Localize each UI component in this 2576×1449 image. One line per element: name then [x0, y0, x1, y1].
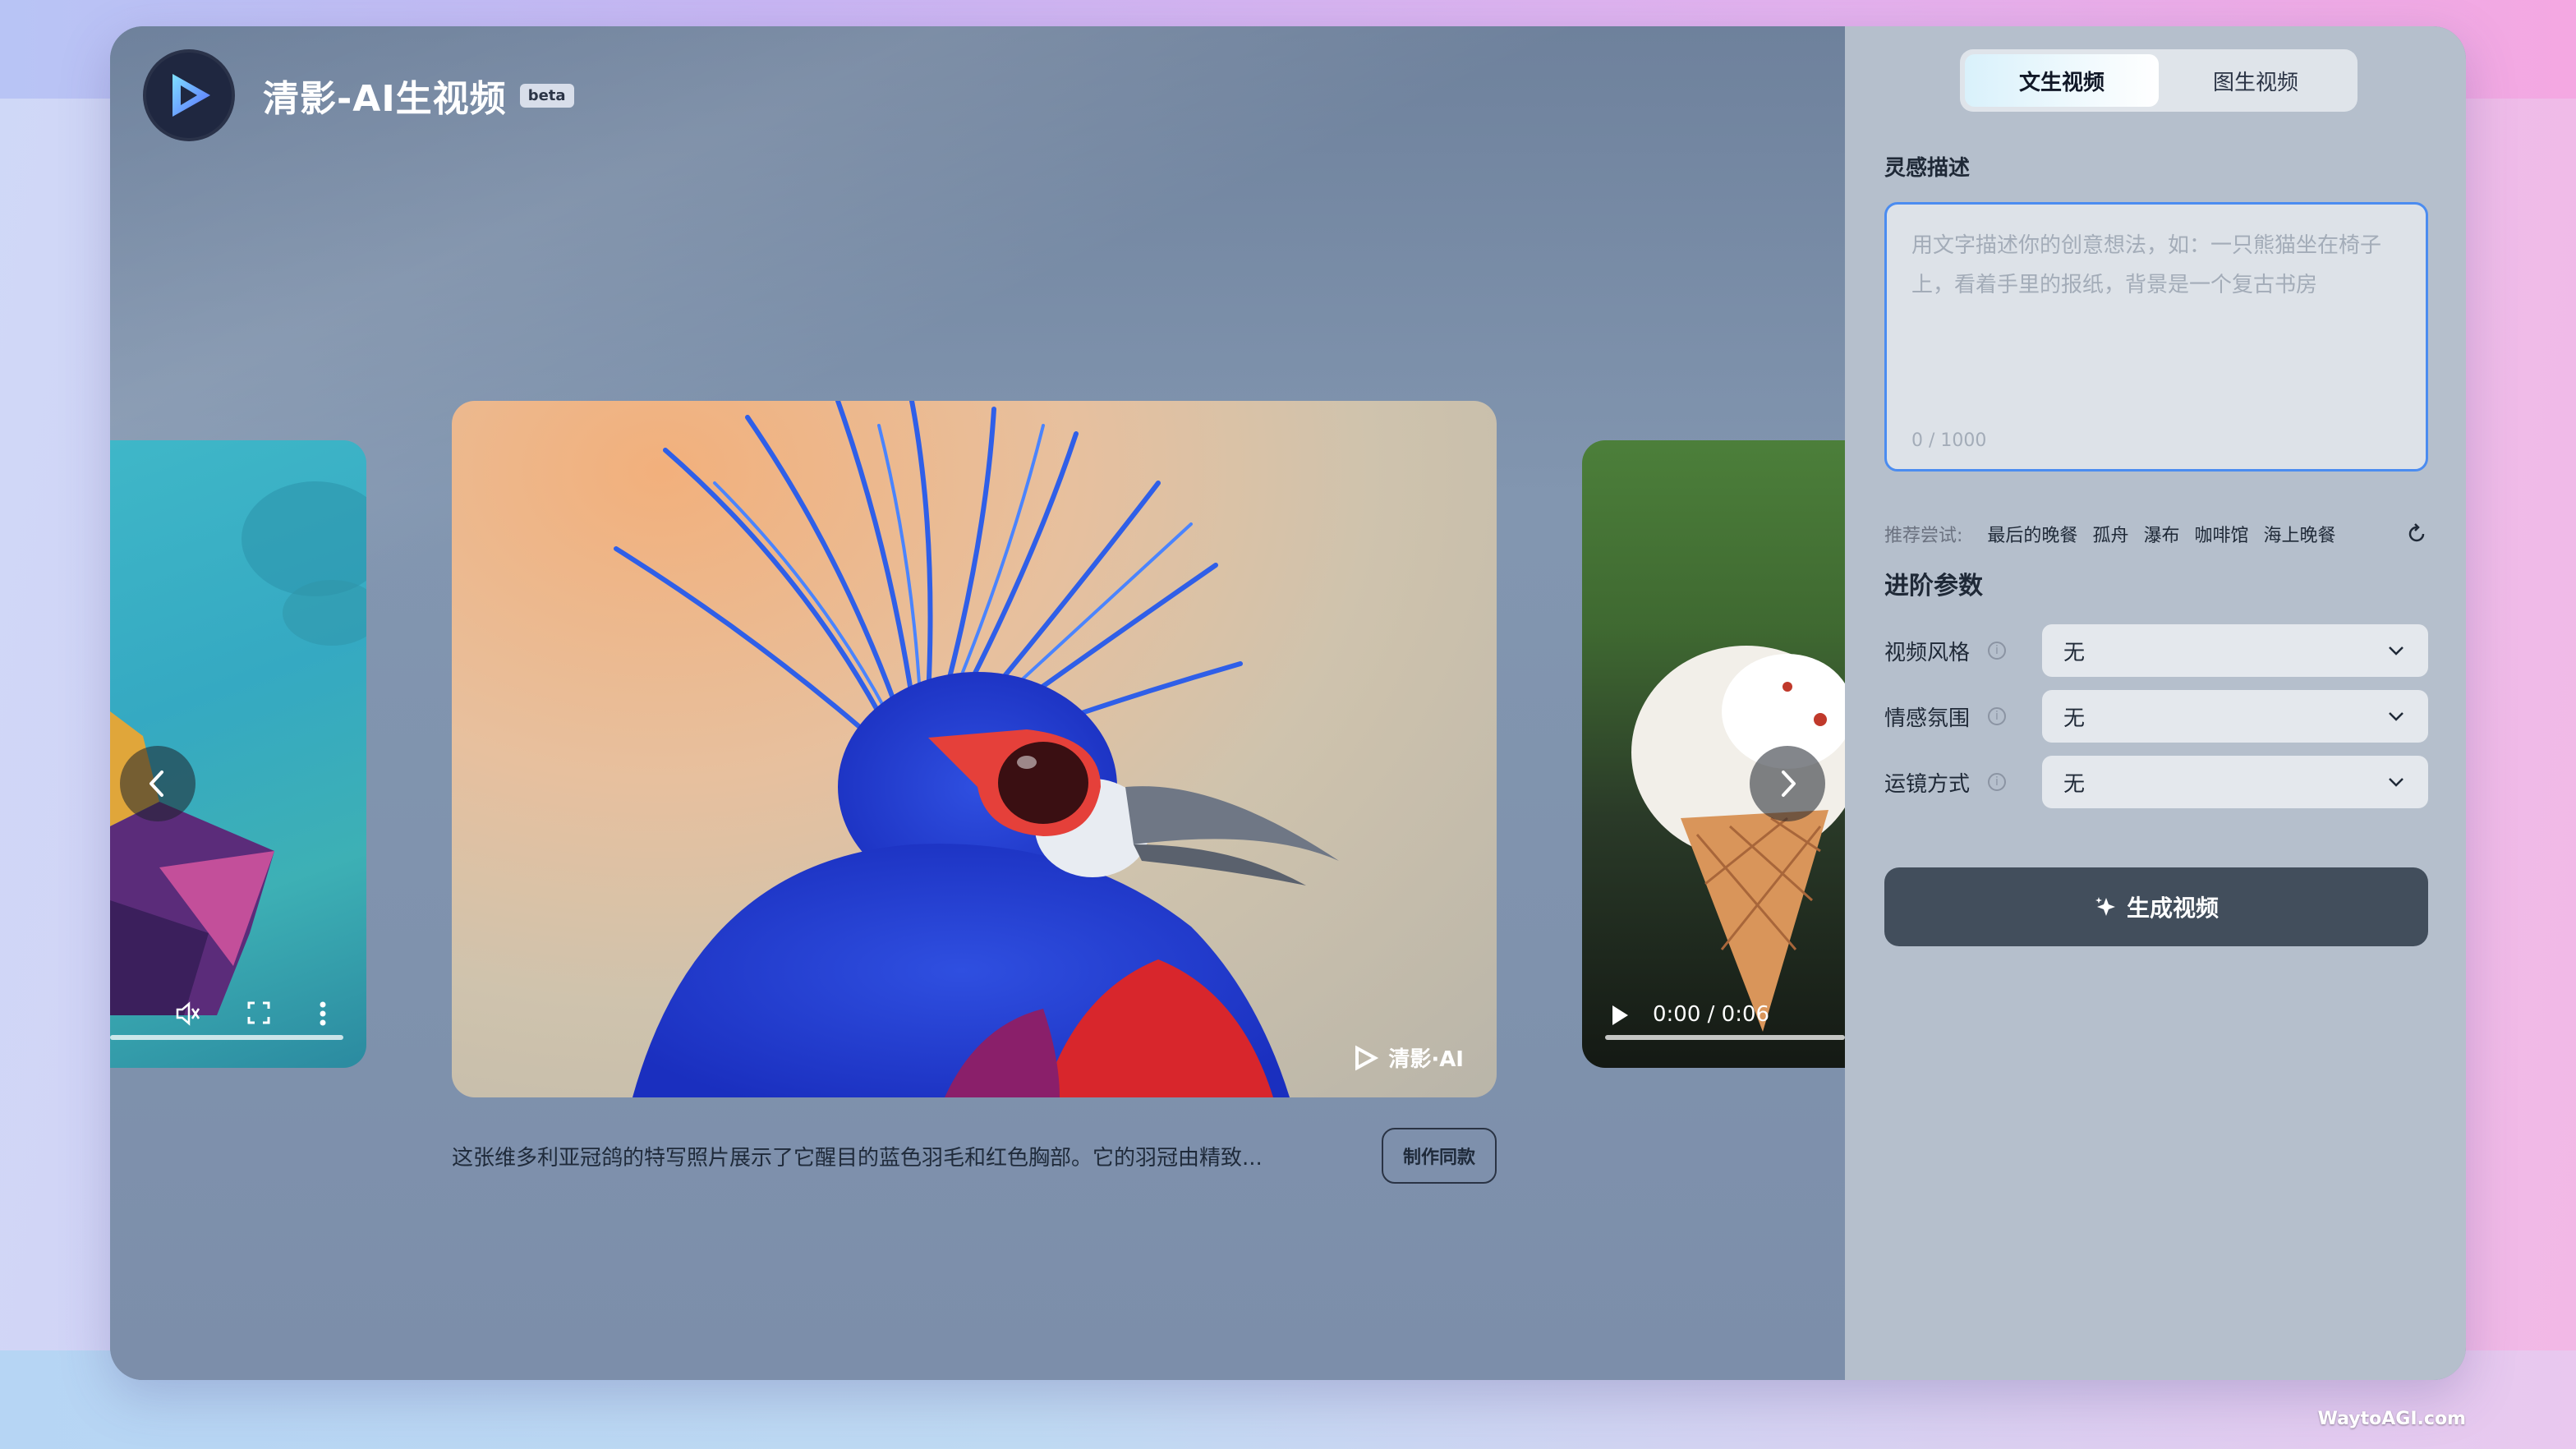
suggestion-chip[interactable]: 海上晚餐 [2263, 521, 2335, 547]
param-camera: 运镜方式 i 无 [1884, 756, 2428, 808]
param-video-style: 视频风格 i 无 [1884, 624, 2428, 677]
next-button[interactable] [1750, 746, 1825, 821]
param-label: 视频风格 [1884, 640, 1971, 665]
chevron-down-icon [2389, 712, 2404, 721]
video-card-main[interactable]: 清影·AI [452, 401, 1497, 1097]
camera-movement-select[interactable]: 无 [2042, 756, 2428, 808]
generate-video-button[interactable]: 生成视频 [1884, 867, 2428, 946]
chevron-right-icon [1782, 770, 1796, 797]
select-value: 无 [2063, 640, 2086, 665]
suggestion-chip[interactable]: 孤舟 [2092, 521, 2128, 547]
info-icon[interactable]: i [1988, 707, 2006, 725]
prompt-placeholder: 用文字描述你的创意想法，如：一只熊猫坐在椅子上，看着手里的报纸，背景是一个复古书… [1911, 233, 2382, 297]
crowned-pigeon-image [614, 401, 1339, 1097]
brand: 清影-AI生视频 beta [143, 48, 574, 143]
chevron-down-icon [2389, 646, 2404, 656]
video-style-select[interactable]: 无 [2042, 624, 2428, 677]
play-logo-icon[interactable] [143, 49, 235, 141]
site-watermark: WaytoAGI.com [2317, 1409, 2466, 1429]
tab-text-to-video[interactable]: 文生视频 [1965, 54, 2159, 107]
param-emotion: 情感氛围 i 无 [1884, 690, 2428, 743]
select-value: 无 [2063, 706, 2086, 731]
right-card-controls: 0:00 / 0:06 [1582, 991, 1845, 1040]
video-time: 0:00 / 0:06 [1653, 1002, 1770, 1027]
suggestion-chip[interactable]: 瀑布 [2143, 521, 2179, 547]
main-card-watermark: 清影·AI [1350, 1042, 1464, 1073]
info-icon[interactable]: i [1988, 773, 2006, 791]
mute-icon[interactable] [172, 999, 202, 1032]
param-label: 情感氛围 [1884, 706, 1971, 731]
right-card-progress[interactable] [1605, 1035, 1845, 1040]
mode-tabs: 文生视频 图生视频 [1960, 49, 2358, 112]
suggest-label: 推荐尝试: [1884, 526, 1963, 546]
suggestion-row: 推荐尝试: 最后的晚餐 孤舟 瀑布 咖啡馆 海上晚餐 [1884, 518, 2428, 550]
chevron-left-icon [150, 770, 163, 797]
prompt-counter: 0 / 1000 [1911, 430, 1987, 451]
prev-button[interactable] [120, 746, 196, 821]
tab-image-to-video[interactable]: 图生视频 [2159, 54, 2353, 107]
suggestion-chip[interactable]: 咖啡馆 [2194, 521, 2248, 547]
emotion-select[interactable]: 无 [2042, 690, 2428, 743]
chevron-down-icon [2389, 778, 2404, 787]
advanced-label: 进阶参数 [1884, 572, 1983, 600]
caption-row: 这张维多利亚冠鸽的特写照片展示了它醒目的蓝色羽毛和红色胸部。它的羽冠由精致...… [452, 1127, 1497, 1184]
info-icon[interactable]: i [1988, 642, 2006, 660]
left-card-controls [110, 991, 366, 1040]
control-panel: 文生视频 图生视频 灵感描述 用文字描述你的创意想法，如：一只熊猫坐在椅子上，看… [1845, 26, 2466, 1380]
app-window: 清影-AI生视频 beta 清影·AI 0:00 / 0:06 这张维多利亚冠鸽… [110, 26, 2466, 1380]
inspiration-label: 灵感描述 [1884, 156, 1971, 181]
more-menu-icon[interactable] [319, 999, 327, 1032]
generate-label: 生成视频 [2126, 895, 2219, 921]
sparkle-icon [2095, 897, 2115, 916]
select-value: 无 [2063, 771, 2086, 797]
video-caption: 这张维多利亚冠鸽的特写照片展示了它醒目的蓝色羽毛和红色胸部。它的羽冠由精致... [452, 1145, 1263, 1171]
param-label: 运镜方式 [1884, 771, 1971, 797]
fullscreen-icon[interactable] [246, 1000, 271, 1028]
suggestion-chip[interactable]: 最后的晚餐 [1987, 521, 2077, 547]
beta-badge: beta [519, 83, 574, 108]
app-title: 清影-AI生视频 [263, 78, 507, 120]
refresh-icon[interactable] [2405, 522, 2428, 545]
prompt-input[interactable]: 用文字描述你的创意想法，如：一只熊猫坐在椅子上，看着手里的报纸，背景是一个复古书… [1884, 202, 2428, 472]
play-icon[interactable] [1610, 1004, 1630, 1030]
watermark-logo-icon [1355, 1045, 1379, 1070]
showcase-stage: 清影-AI生视频 beta 清影·AI 0:00 / 0:06 这张维多利亚冠鸽… [110, 26, 1845, 1380]
make-same-button[interactable]: 制作同款 [1381, 1128, 1497, 1184]
left-card-progress[interactable] [110, 1035, 343, 1040]
